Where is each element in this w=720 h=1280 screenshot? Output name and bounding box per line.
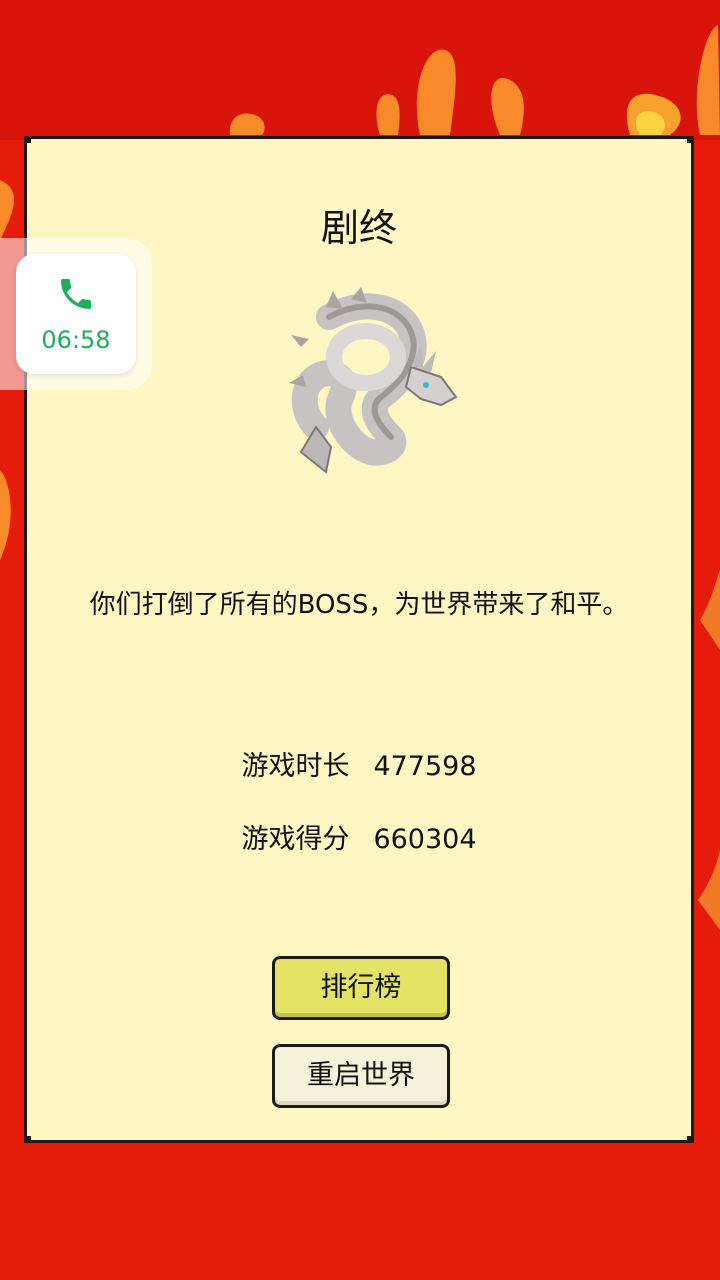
- phone-icon: [61, 279, 91, 309]
- restart-world-button[interactable]: 重启世界: [272, 1044, 450, 1108]
- call-widget-card[interactable]: 06:58: [16, 254, 136, 374]
- call-widget[interactable]: 06:58: [0, 238, 152, 390]
- leaderboard-button[interactable]: 排行榜: [272, 956, 450, 1020]
- dragon-image: [289, 287, 458, 474]
- ending-message: 你们打倒了所有的BOSS，为世界带来了和平。: [89, 590, 629, 620]
- stat-label: 游戏时长: [241, 751, 350, 782]
- stat-play-time: 游戏时长 477598: [27, 744, 691, 783]
- stat-score: 游戏得分 660304: [27, 817, 691, 856]
- stat-value: 477598: [373, 751, 477, 782]
- stat-label: 游戏得分: [241, 824, 350, 855]
- call-duration: 06:58: [41, 326, 111, 354]
- stat-value: 660304: [373, 824, 477, 855]
